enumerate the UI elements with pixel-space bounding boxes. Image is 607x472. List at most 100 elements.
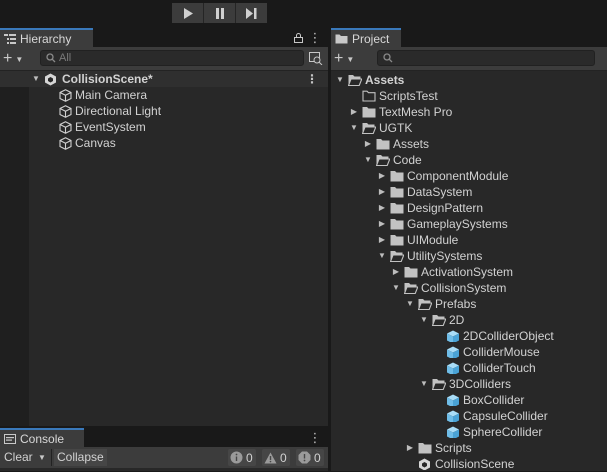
- project-tree-item[interactable]: ColliderTouch: [331, 360, 607, 376]
- collapse-toggle[interactable]: Collapse: [54, 449, 107, 466]
- project-tree-item[interactable]: ▼ Prefabs: [331, 296, 607, 312]
- project-tree-item[interactable]: CollisionScene: [331, 456, 607, 472]
- error-filter-toggle[interactable]: 0: [296, 449, 324, 466]
- project-tree-item[interactable]: ▼ 3DColliders: [331, 376, 607, 392]
- project-tree-item[interactable]: ▶ UIModule: [331, 232, 607, 248]
- project-tree-item[interactable]: ▶ DataSystem: [331, 184, 607, 200]
- folder-icon: [335, 34, 348, 44]
- expand-arrow-open-icon[interactable]: ▼: [349, 120, 359, 136]
- project-tree-item[interactable]: ColliderMouse: [331, 344, 607, 360]
- project-tree-item-label: TextMesh Pro: [379, 105, 453, 119]
- project-tree-item-label: UtilitySystems: [407, 249, 483, 263]
- expand-arrow-icon[interactable]: ▼: [31, 71, 41, 87]
- hierarchy-toolbar: + ▼ All: [0, 47, 328, 71]
- project-tree-item[interactable]: ▶ ComponentModule: [331, 168, 607, 184]
- expand-arrow-closed-icon[interactable]: ▶: [377, 200, 387, 216]
- folder-icon: [390, 219, 404, 230]
- expand-arrow-closed-icon[interactable]: ▶: [349, 104, 359, 120]
- project-tree-item-label: ActivationSystem: [421, 265, 514, 279]
- folder-open-icon: [404, 283, 418, 294]
- lock-icon[interactable]: [292, 29, 304, 46]
- expand-arrow-closed-icon[interactable]: ▶: [377, 232, 387, 248]
- folder-open-icon: [418, 299, 432, 310]
- pause-button[interactable]: [204, 3, 236, 23]
- project-tree-item[interactable]: ▶ GameplaySystems: [331, 216, 607, 232]
- project-tree-item[interactable]: ▼ Assets: [331, 72, 607, 88]
- search-icon: [46, 53, 56, 63]
- project-tree-item[interactable]: ▶ Scripts: [331, 440, 607, 456]
- project-tree-item[interactable]: ▼ UtilitySystems: [331, 248, 607, 264]
- pause-icon: [215, 7, 224, 19]
- project-tree-item-label: BoxCollider: [463, 393, 525, 407]
- expand-arrow-closed-icon[interactable]: ▶: [363, 136, 373, 152]
- project-tree-item-label: CapsuleCollider: [463, 409, 548, 423]
- project-tree-item-label: 2D: [449, 313, 465, 327]
- hierarchy-item[interactable]: Canvas: [0, 135, 328, 151]
- expand-arrow-open-icon[interactable]: ▼: [363, 152, 373, 168]
- folder-open-icon: [376, 155, 390, 166]
- expand-arrow-closed-icon[interactable]: ▶: [377, 216, 387, 232]
- tab-project[interactable]: Project: [331, 28, 401, 47]
- project-tree-item[interactable]: BoxCollider: [331, 392, 607, 408]
- folder-open-icon: [432, 379, 446, 390]
- expand-arrow-open-icon[interactable]: ▼: [335, 72, 345, 88]
- clear-button[interactable]: Clear: [2, 449, 35, 466]
- hierarchy-search-input[interactable]: All: [40, 50, 304, 66]
- project-tree-item[interactable]: ▼ UGTK: [331, 120, 607, 136]
- folder-open-icon: [390, 251, 404, 262]
- hierarchy-item-label: Canvas: [75, 136, 116, 150]
- folder-icon: [390, 203, 404, 214]
- expand-arrow-closed-icon[interactable]: ▶: [377, 184, 387, 200]
- expand-arrow-open-icon[interactable]: ▼: [377, 248, 387, 264]
- project-tree-item[interactable]: ScriptsTest: [331, 88, 607, 104]
- prefab-cube-icon: [447, 410, 459, 422]
- console-menu-kebab-icon[interactable]: ⋮: [309, 429, 322, 446]
- prefab-cube-icon: [447, 346, 459, 358]
- console-toolbar: Clear ▼ Collapse 0 0 0: [0, 447, 328, 468]
- step-icon: [246, 7, 257, 19]
- expand-arrow-closed-icon[interactable]: ▶: [377, 168, 387, 184]
- project-tree-item-label: Assets: [365, 73, 405, 87]
- play-button[interactable]: [172, 3, 204, 23]
- project-tree-item[interactable]: ▼ 2D: [331, 312, 607, 328]
- tab-console[interactable]: Console: [0, 428, 84, 447]
- step-button[interactable]: [236, 3, 267, 23]
- clear-options-dropdown-icon[interactable]: ▼: [38, 449, 46, 466]
- hierarchy-scene-row[interactable]: ▼ CollisionScene* ⋮: [0, 71, 328, 87]
- hierarchy-item[interactable]: EventSystem: [0, 119, 328, 135]
- error-count: 0: [314, 450, 321, 465]
- expand-arrow-open-icon[interactable]: ▼: [419, 312, 429, 328]
- project-tree-item-label: 2DColliderObject: [463, 329, 554, 343]
- project-tree-item[interactable]: ▶ ActivationSystem: [331, 264, 607, 280]
- project-tree-item[interactable]: ▼ CollisionSystem: [331, 280, 607, 296]
- project-tree-item[interactable]: ▶ TextMesh Pro: [331, 104, 607, 120]
- hierarchy-search-placeholder: All: [59, 52, 72, 64]
- hierarchy-item[interactable]: Directional Light: [0, 103, 328, 119]
- scene-menu-kebab-icon[interactable]: ⋮: [306, 71, 318, 87]
- search-by-type-button[interactable]: [308, 50, 324, 66]
- tab-hierarchy[interactable]: Hierarchy: [0, 28, 93, 47]
- warning-filter-toggle[interactable]: 0: [262, 449, 290, 466]
- hierarchy-item[interactable]: Main Camera: [0, 87, 328, 103]
- project-tree-item[interactable]: ▶ Assets: [331, 136, 607, 152]
- expand-arrow-open-icon[interactable]: ▼: [405, 296, 415, 312]
- project-tree-item[interactable]: ▼ Code: [331, 152, 607, 168]
- expand-arrow-closed-icon[interactable]: ▶: [391, 264, 401, 280]
- expand-arrow-open-icon[interactable]: ▼: [419, 376, 429, 392]
- project-tree-item[interactable]: 2DColliderObject: [331, 328, 607, 344]
- project-tree-item[interactable]: ▶ DesignPattern: [331, 200, 607, 216]
- hierarchy-menu-kebab-icon[interactable]: ⋮: [309, 29, 322, 46]
- project-tree-item[interactable]: CapsuleCollider: [331, 408, 607, 424]
- project-tree-item-label: 3DColliders: [449, 377, 512, 391]
- hierarchy-tree: ▼ CollisionScene* ⋮ Main Camera Direction…: [0, 71, 328, 151]
- project-tree-item[interactable]: SphereCollider: [331, 424, 607, 440]
- unity-scene-icon: [419, 458, 430, 470]
- create-dropdown-button[interactable]: + ▼: [3, 51, 31, 67]
- plus-icon: +: [3, 50, 13, 67]
- project-create-dropdown-button[interactable]: + ▼: [334, 51, 362, 67]
- expand-arrow-open-icon[interactable]: ▼: [391, 280, 401, 296]
- info-filter-toggle[interactable]: 0: [228, 449, 256, 466]
- expand-arrow-closed-icon[interactable]: ▶: [405, 440, 415, 456]
- search-filter-icon: [309, 51, 323, 65]
- project-search-input[interactable]: [377, 50, 595, 66]
